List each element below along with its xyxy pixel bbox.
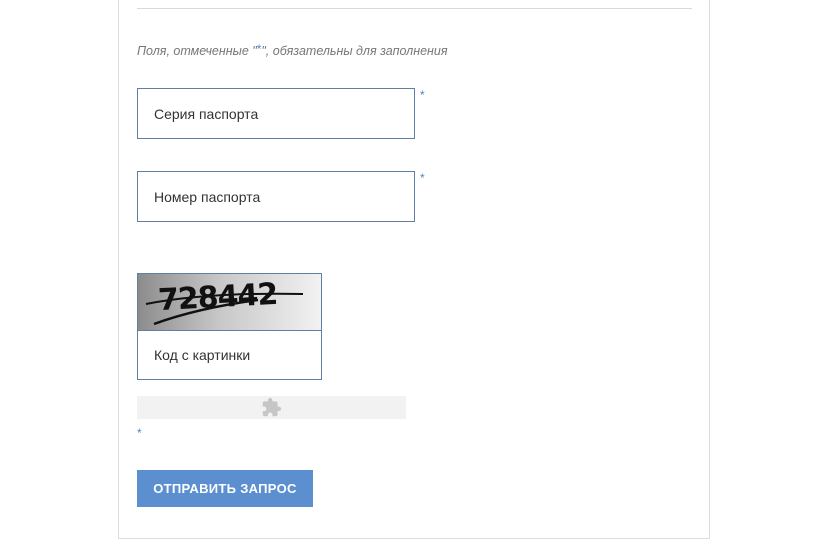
passport-series-required-marker: * xyxy=(420,88,425,102)
captcha-field[interactable] xyxy=(138,331,321,379)
captcha-widget-required-marker: * xyxy=(137,426,142,440)
puzzle-piece-icon xyxy=(262,397,282,417)
form-card xyxy=(118,0,710,539)
captcha-input[interactable] xyxy=(138,331,321,379)
required-note-suffix: ", обязательны для заполнения xyxy=(261,44,448,58)
divider xyxy=(137,8,692,9)
passport-number-input[interactable] xyxy=(138,172,414,221)
captcha-image: 728442 xyxy=(138,274,321,331)
captcha-widget[interactable] xyxy=(137,396,406,419)
required-note-prefix: Поля, отмеченные " xyxy=(137,44,257,58)
passport-number-field[interactable] xyxy=(137,171,415,222)
passport-series-field[interactable] xyxy=(137,88,415,139)
passport-series-input[interactable] xyxy=(138,89,414,138)
captcha-noise-lines xyxy=(145,292,304,326)
submit-request-button[interactable]: ОТПРАВИТЬ ЗАПРОС xyxy=(137,470,313,507)
captcha-block: 728442 xyxy=(137,273,322,380)
passport-number-required-marker: * xyxy=(420,171,425,185)
required-fields-note: Поля, отмеченные "*", обязательны для за… xyxy=(137,42,448,58)
